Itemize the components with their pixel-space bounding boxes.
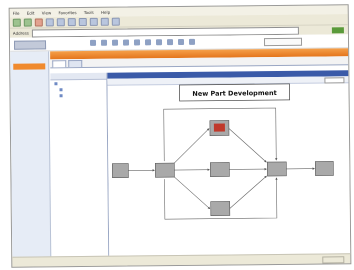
process-diagram: New Part Development xyxy=(107,77,350,257)
tool-icon[interactable] xyxy=(122,39,130,46)
process-node[interactable] xyxy=(209,162,230,177)
nav-item[interactable] xyxy=(13,54,45,60)
menu-edit[interactable]: Edit xyxy=(27,11,35,16)
folder-icon xyxy=(59,93,63,97)
address-label: Address xyxy=(12,30,29,36)
nav-item[interactable] xyxy=(13,81,45,87)
back-icon[interactable] xyxy=(12,18,21,27)
app-logo xyxy=(13,40,47,50)
go-button[interactable] xyxy=(331,26,344,33)
left-navigation xyxy=(10,51,52,258)
menu-file[interactable]: File xyxy=(13,11,20,16)
diagram-nodes xyxy=(111,120,334,216)
diagram-panel: New Part Development xyxy=(107,70,351,257)
mail-icon[interactable] xyxy=(100,17,109,26)
nav-item[interactable] xyxy=(13,72,45,78)
main-content: New Part Development xyxy=(50,48,351,258)
edge xyxy=(228,128,267,163)
stop-icon[interactable] xyxy=(34,18,43,27)
tab-details[interactable] xyxy=(68,60,83,68)
tab-strip xyxy=(50,56,349,69)
diagram-title: New Part Development xyxy=(192,89,276,98)
process-node[interactable] xyxy=(266,161,287,177)
security-zone-indicator xyxy=(322,256,345,264)
tool-icon[interactable] xyxy=(89,39,97,46)
header-search-input[interactable] xyxy=(263,37,303,47)
favorites-icon[interactable] xyxy=(78,17,87,27)
edge xyxy=(174,128,210,164)
search-icon[interactable] xyxy=(67,18,76,27)
process-node[interactable] xyxy=(314,161,334,176)
nav-item[interactable] xyxy=(14,90,46,96)
process-diagram-svg: New Part Development xyxy=(111,83,334,220)
tab-process[interactable] xyxy=(52,60,67,68)
nav-item-active[interactable] xyxy=(13,63,46,70)
edge xyxy=(174,176,211,210)
menu-help[interactable]: Help xyxy=(101,10,110,15)
process-node[interactable] xyxy=(154,162,175,178)
tree-item[interactable] xyxy=(51,92,107,99)
menu-tools[interactable]: Tools xyxy=(84,10,94,15)
tool-icon[interactable] xyxy=(133,39,141,46)
tool-icon[interactable] xyxy=(155,39,163,46)
forward-icon[interactable] xyxy=(23,18,32,27)
menu-favorites[interactable]: Favorites xyxy=(58,10,76,15)
tool-icon[interactable] xyxy=(144,39,152,46)
tool-icon[interactable] xyxy=(100,39,108,46)
history-icon[interactable] xyxy=(89,17,98,26)
folder-icon xyxy=(54,81,58,85)
tool-icon[interactable] xyxy=(177,38,185,46)
browser-window: File Edit View Favorites Tools Help Addr… xyxy=(8,4,352,268)
process-node[interactable] xyxy=(111,163,129,179)
print-icon[interactable] xyxy=(111,17,120,26)
tool-icon[interactable] xyxy=(111,39,119,46)
browser-status-bar xyxy=(12,253,351,267)
folder-icon xyxy=(59,87,63,91)
active-node-marker xyxy=(213,123,225,132)
home-icon[interactable] xyxy=(56,18,65,27)
refresh-icon[interactable] xyxy=(45,18,54,27)
edge xyxy=(229,175,267,209)
web-page: New Part Development xyxy=(9,34,351,258)
process-node[interactable] xyxy=(210,201,231,216)
tree-panel xyxy=(50,72,110,258)
menu-view[interactable]: View xyxy=(42,10,52,15)
header-tools xyxy=(89,38,196,46)
tool-icon[interactable] xyxy=(166,39,174,46)
tool-icon[interactable] xyxy=(188,38,196,45)
